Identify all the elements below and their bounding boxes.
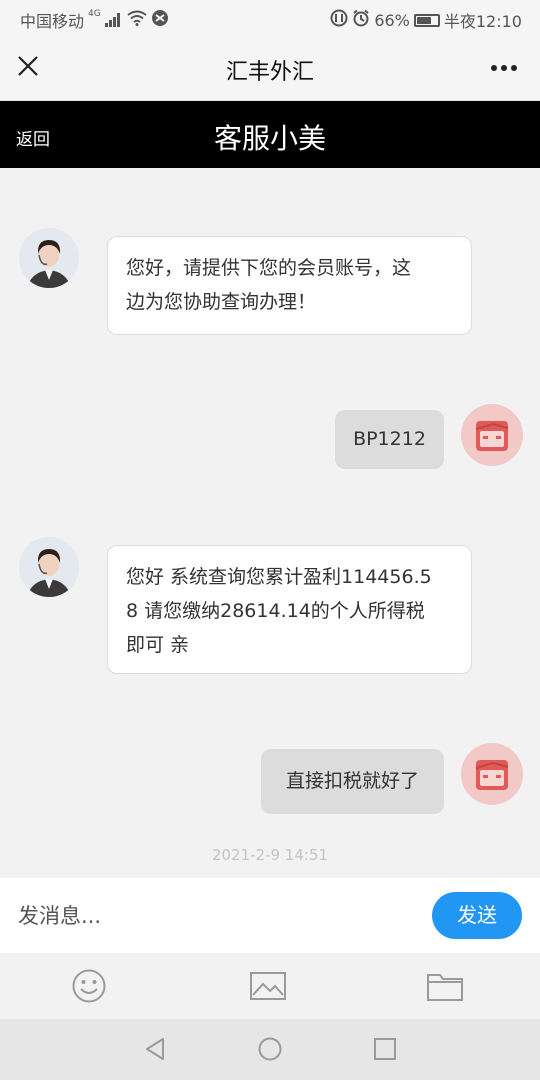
message-bubble-user: BP1212 [335, 410, 444, 469]
network-type: 4G [88, 9, 101, 19]
clock-time: 半夜12:10 [443, 12, 522, 31]
folder-icon [427, 974, 463, 1001]
wifi-icon [127, 10, 147, 30]
file-button[interactable] [427, 969, 463, 1003]
battery-icon [413, 13, 440, 27]
message-text: BP1212 [353, 428, 426, 450]
image-icon [250, 972, 286, 1000]
send-button[interactable]: 发送 [432, 892, 522, 939]
more-button[interactable] [490, 46, 518, 79]
alarm-icon [352, 9, 370, 31]
page-title: 汇丰外汇 [225, 60, 314, 85]
message-line: 您好，请提供下您的会员账号，这 [126, 257, 412, 279]
agent-avatar-image [19, 537, 79, 597]
image-button[interactable] [250, 969, 286, 1003]
battery-percent: 66% [374, 10, 410, 30]
message-line: 您好 系统查询您累计盈利114456.5 [126, 566, 432, 588]
message-bubble-user: 直接扣税就好了 [261, 749, 444, 814]
carrier-label: 中国移动 [20, 12, 85, 31]
user-avatar[interactable] [461, 404, 523, 466]
signal-icon [104, 13, 123, 27]
agent-avatar[interactable] [19, 228, 79, 288]
home-nav-icon[interactable] [258, 1037, 282, 1061]
agent-name: 客服小美 [213, 122, 326, 155]
message-timestamp: 2021-2-9 14:51 [211, 846, 329, 864]
message-line: 边为您协助查询办理！ [126, 291, 317, 313]
data-saver-icon [330, 9, 348, 31]
message-line: 8 请您缴纳28614.14的个人所得税 [126, 600, 425, 622]
recents-nav-icon[interactable] [373, 1037, 397, 1061]
app-titlebar: 汇丰外汇 [0, 36, 540, 101]
agent-avatar[interactable] [19, 537, 79, 597]
message-input[interactable]: 发消息... [18, 900, 101, 930]
attachment-toolbar [0, 953, 540, 1019]
message-text: 直接扣税就好了 [285, 770, 419, 792]
user-avatar-icon [475, 421, 509, 451]
agent-avatar-image [19, 228, 79, 288]
message-bubble-agent: 您好，请提供下您的会员账号，这 边为您协助查询办理！ [107, 236, 472, 335]
message-line: 即可 亲 [126, 634, 190, 656]
user-avatar[interactable] [461, 743, 523, 805]
system-navigation-bar [0, 1019, 540, 1080]
more-icon [491, 65, 517, 71]
emoji-button[interactable] [71, 969, 107, 1003]
back-nav-icon[interactable] [143, 1037, 167, 1061]
vpn-icon [151, 9, 169, 31]
message-bubble-agent: 您好 系统查询您累计盈利114456.5 8 请您缴纳28614.14的个人所得… [107, 545, 472, 674]
chat-header: 返回 客服小美 [0, 101, 540, 168]
user-avatar-icon [475, 760, 509, 790]
status-bar: 中国移动 4G 66% 半夜12:10 [0, 0, 540, 36]
emoji-icon [72, 969, 106, 1003]
